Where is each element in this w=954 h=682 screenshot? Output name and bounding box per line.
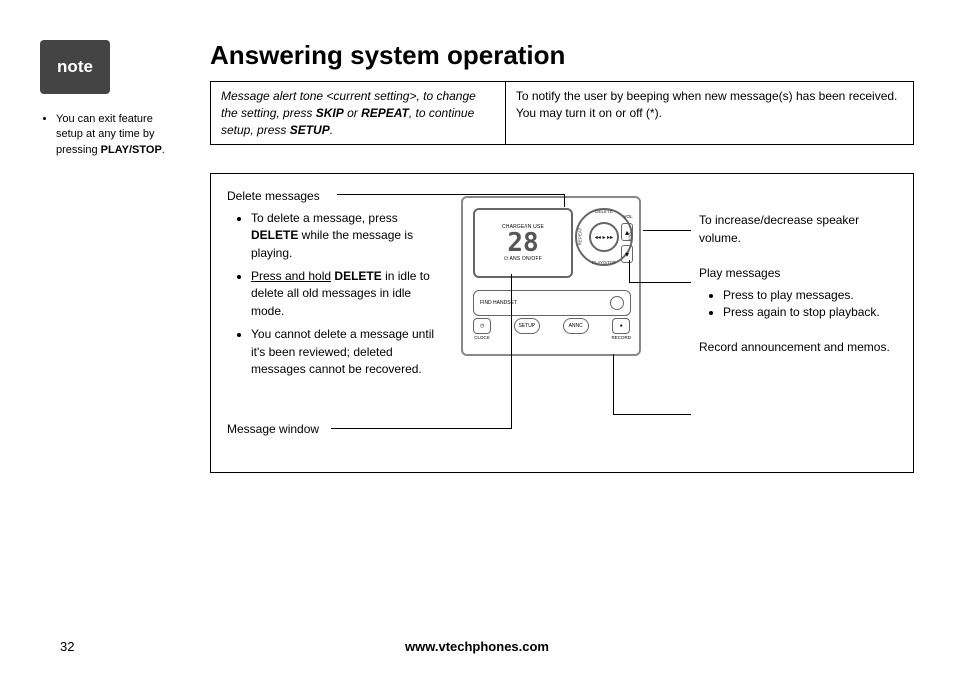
setting-info-row: Message alert tone <current setting>, to… xyxy=(210,81,914,145)
message-window-label: Message window xyxy=(227,422,319,436)
t: REPEAT xyxy=(361,106,409,120)
clock-button: ◷ xyxy=(473,318,491,334)
t: SKIP xyxy=(316,106,344,120)
play-item-1: Press to play messages. xyxy=(723,287,899,304)
wheel-center-icon: ◂◂ ▸ ▸▸ xyxy=(589,222,619,252)
leader-line xyxy=(564,194,565,207)
clock-label: CLOCK xyxy=(474,335,490,340)
device-screen: CHARGE/IN USE 28 ⏻ ANS ON/OFF xyxy=(473,208,573,278)
t: Press and hold xyxy=(251,269,331,283)
annc-button: ANNC xyxy=(563,318,589,334)
sidebar-tip-list: You can exit feature setup at any time b… xyxy=(40,112,175,158)
play-item-2: Press again to stop playback. xyxy=(723,304,899,321)
leader-line xyxy=(629,260,630,283)
delete-item-2: Press and hold DELETE in idle to delete … xyxy=(251,268,437,320)
t: or xyxy=(344,106,361,120)
page-title: Answering system operation xyxy=(210,40,914,71)
sidebar-tip: You can exit feature setup at any time b… xyxy=(56,112,175,158)
delete-item-3: You cannot delete a message until it's b… xyxy=(251,326,437,378)
handset-icon xyxy=(610,296,624,310)
play-callout: Play messages Press to play messages. Pr… xyxy=(699,265,899,321)
delete-heading: Delete messages xyxy=(227,188,437,205)
sidebar-tip-post: . xyxy=(162,144,165,156)
wheel-playstop-label: PLAY/STOP xyxy=(592,260,617,265)
note-badge: note xyxy=(40,40,110,94)
diagram-box: Delete messages To delete a message, pre… xyxy=(210,173,914,473)
wheel-repeat-label: REPEAT xyxy=(577,228,582,246)
leader-line xyxy=(331,428,511,429)
find-handset-row: FIND HANDSET xyxy=(473,290,631,316)
record-callout: Record announcement and memos. xyxy=(699,339,899,356)
bottom-button-row: ◷CLOCK SETUP ANNC ●RECORD xyxy=(473,318,631,346)
t: SETUP xyxy=(290,123,330,137)
leader-line xyxy=(511,274,512,429)
t: To delete a message, press xyxy=(251,211,398,225)
wheel-delete-label: DELETE xyxy=(595,209,613,214)
setting-prompt: Message alert tone <current setting>, to… xyxy=(211,82,506,144)
vol-up-button: ▴ xyxy=(621,223,633,241)
delete-item-1: To delete a message, press DELETE while … xyxy=(251,210,437,262)
leader-line xyxy=(613,354,614,415)
play-heading: Play messages xyxy=(699,265,899,282)
record-button: ● xyxy=(612,318,630,334)
setting-description: To notify the user by beeping when new m… xyxy=(506,82,913,144)
volume-callout: To increase/decrease speaker volume. xyxy=(699,212,899,247)
t: . xyxy=(330,123,333,137)
t: DELETE xyxy=(331,269,382,283)
volume-controls: VOL ▴ ▾ xyxy=(621,214,635,263)
ans-onoff-label: ⏻ ANS ON/OFF xyxy=(504,256,542,262)
device-illustration: CHARGE/IN USE 28 ⏻ ANS ON/OFF DELETE PLA… xyxy=(461,196,641,356)
leader-line xyxy=(629,282,691,283)
vol-label: VOL xyxy=(621,214,635,219)
footer-url: www.vtechphones.com xyxy=(60,639,894,654)
leader-line xyxy=(337,194,565,195)
vol-down-button: ▾ xyxy=(621,245,633,263)
leader-line xyxy=(613,414,691,415)
sidebar-tip-bold: PLAY/STOP xyxy=(101,144,162,156)
delete-messages-section: Delete messages To delete a message, pre… xyxy=(227,188,437,384)
right-callouts: To increase/decrease speaker volume. Pla… xyxy=(699,212,899,374)
leader-line xyxy=(643,230,691,231)
manual-page: note You can exit feature setup at any t… xyxy=(40,40,914,642)
message-count: 28 xyxy=(507,230,538,256)
page-footer: 32 www.vtechphones.com xyxy=(60,639,894,654)
record-label: RECORD xyxy=(611,335,631,340)
setup-button: SETUP xyxy=(514,318,540,334)
t: DELETE xyxy=(251,228,298,242)
sidebar: note You can exit feature setup at any t… xyxy=(40,40,175,158)
main-content: Answering system operation Message alert… xyxy=(210,40,914,473)
